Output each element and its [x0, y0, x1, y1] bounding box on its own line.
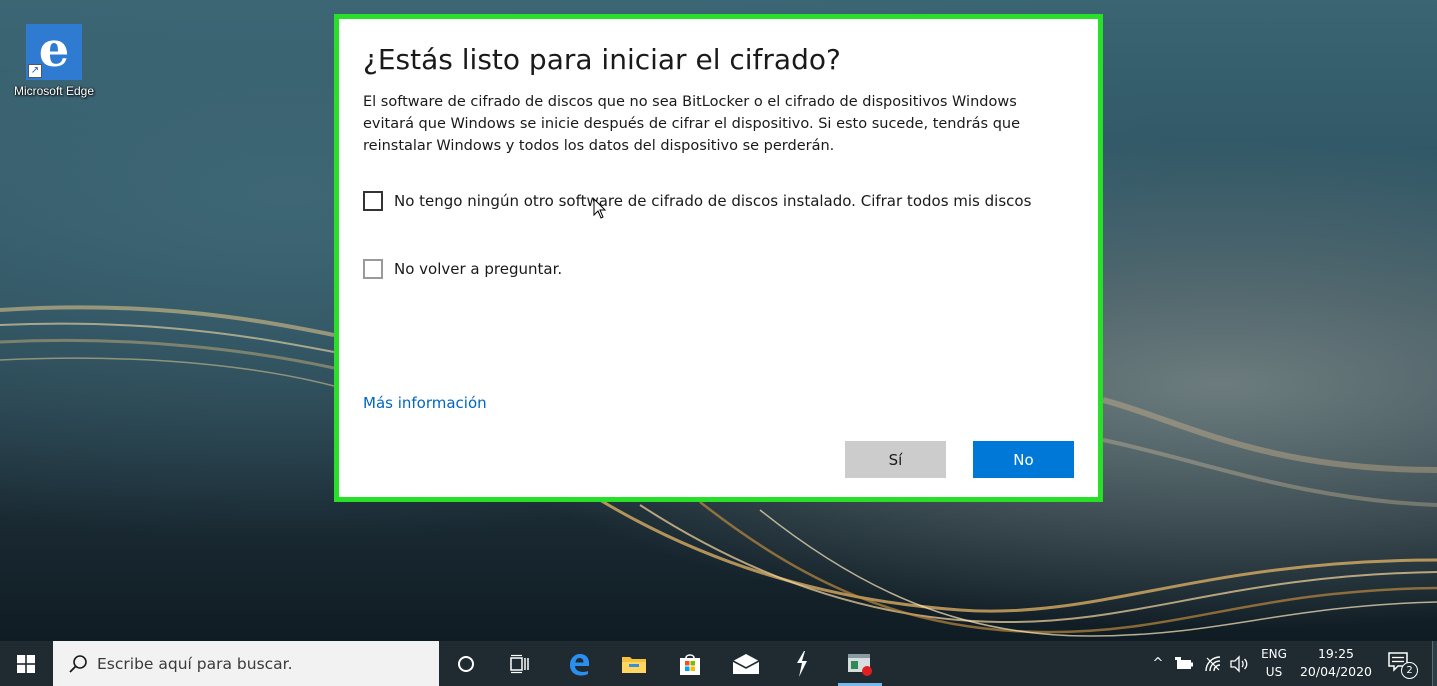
taskbar-store[interactable]	[664, 641, 716, 686]
notification-count-badge: 2	[1401, 662, 1418, 679]
clock-date: 20/04/2020	[1299, 664, 1373, 679]
edge-icon	[570, 653, 589, 675]
keyboard-layout-code: US	[1265, 665, 1283, 679]
search-input[interactable]	[97, 650, 417, 677]
checkbox-row-dont-ask[interactable]: No volver a preguntar.	[363, 259, 562, 279]
tray-clock[interactable]: 19:25 20/04/2020	[1296, 645, 1376, 681]
no-other-software-checkbox[interactable]	[363, 191, 383, 211]
yes-button[interactable]: Sí	[845, 441, 946, 478]
cortana-icon	[458, 655, 474, 672]
dont-ask-again-checkbox[interactable]	[363, 259, 383, 279]
desktop-shortcut-edge[interactable]: e ↗ Microsoft Edge	[4, 24, 104, 98]
taskbar-file-explorer[interactable]	[608, 641, 660, 686]
task-view-icon	[510, 654, 529, 673]
start-button[interactable]	[0, 641, 52, 686]
tray-show-hidden-icons[interactable]: ^	[1149, 641, 1167, 686]
mail-icon	[732, 653, 760, 674]
tray-input-language[interactable]: ENG US	[1258, 645, 1290, 681]
checkbox-row-no-other-software[interactable]: No tengo ningún otro software de cifrado…	[363, 191, 1031, 211]
wifi-icon[interactable]	[1203, 654, 1223, 674]
clock-time: 19:25	[1317, 646, 1355, 661]
taskbar-cortana[interactable]	[440, 641, 492, 686]
no-other-software-label: No tengo ningún otro software de cifrado…	[394, 192, 1032, 210]
taskbar-task-view[interactable]	[494, 641, 546, 686]
taskbar: ^ ENG US 19:25 20/04/2020 2	[0, 641, 1437, 686]
taskbar-active-app[interactable]	[834, 641, 886, 686]
encryption-confirm-dialog: ¿Estás listo para iniciar el cifrado? El…	[334, 14, 1103, 502]
app-icon	[797, 650, 807, 677]
active-app-icon	[848, 653, 872, 676]
desktop-shortcut-label: Microsoft Edge	[13, 84, 95, 98]
dialog-description: El software de cifrado de discos que no …	[363, 94, 1021, 154]
taskbar-edge[interactable]	[553, 641, 605, 686]
file-explorer-icon	[622, 656, 646, 673]
battery-icon[interactable]	[1175, 654, 1195, 674]
store-icon	[680, 653, 700, 675]
language-code: ENG	[1261, 647, 1287, 661]
volume-icon[interactable]	[1229, 654, 1249, 674]
windows-logo-icon	[17, 655, 35, 673]
taskbar-mail[interactable]	[720, 641, 772, 686]
dont-ask-again-label: No volver a preguntar.	[394, 260, 563, 278]
more-info-link[interactable]: Más información	[363, 394, 487, 412]
mouse-cursor-icon	[593, 198, 607, 219]
no-button[interactable]: No	[973, 441, 1074, 478]
action-center-button[interactable]: 2	[1386, 649, 1418, 681]
edge-icon: e ↗	[26, 24, 82, 80]
shortcut-arrow-icon: ↗	[28, 64, 42, 78]
taskbar-search-box[interactable]	[53, 641, 439, 686]
dialog-title: ¿Estás listo para iniciar el cifrado?	[363, 43, 841, 76]
taskbar-app[interactable]	[776, 641, 828, 686]
show-desktop-button[interactable]	[1432, 641, 1437, 686]
search-icon	[69, 655, 87, 673]
